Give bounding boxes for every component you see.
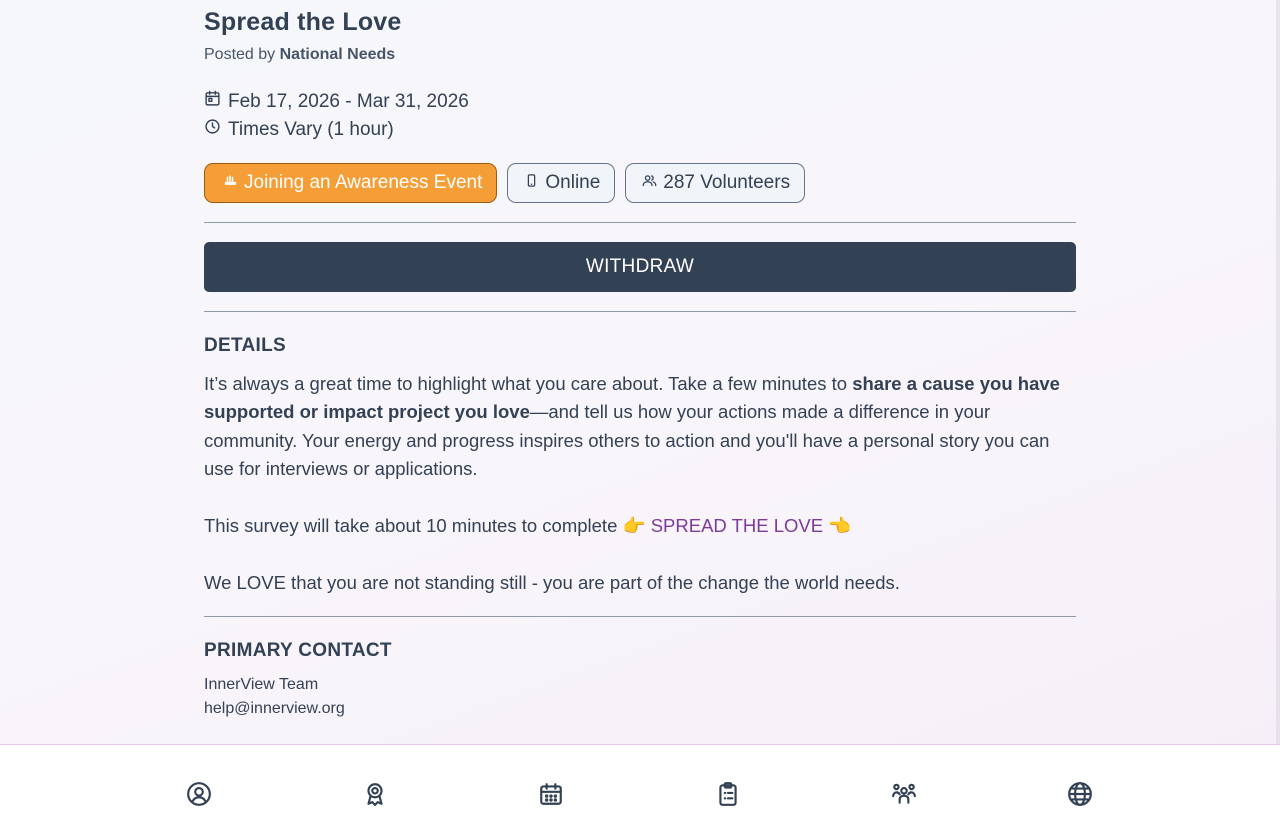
time-row: Times Vary (1 hour) <box>204 118 394 141</box>
details-paragraph: It’s always a great time to highlight wh… <box>204 370 1076 484</box>
volunteers-tag[interactable]: 287 Volunteers <box>625 163 806 203</box>
event-tags: Joining an Awareness Event Online 287 Vo… <box>204 163 806 203</box>
scrollbar[interactable] <box>1276 0 1280 744</box>
divider <box>204 222 1076 223</box>
divider <box>204 311 1076 312</box>
survey-text: This survey will take about 10 minutes t… <box>204 515 651 536</box>
withdraw-button[interactable]: WITHDRAW <box>204 242 1076 292</box>
location-tag-label: Online <box>545 172 601 193</box>
details-text-start: It’s always a great time to highlight wh… <box>204 373 853 394</box>
closing-line: We LOVE that you are not standing still … <box>204 572 900 593</box>
users-icon <box>642 172 657 194</box>
survey-end: 👈 <box>823 515 852 536</box>
category-tag-label: Joining an Awareness Event <box>244 172 483 193</box>
event-title: Spread the Love <box>204 8 402 36</box>
volunteers-tag-label: 287 Volunteers <box>663 172 791 193</box>
calendar-small-icon <box>204 90 221 113</box>
event-time: Times Vary (1 hour) <box>228 118 394 140</box>
event-date-range: Feb 17, 2026 - Mar 31, 2026 <box>228 90 469 112</box>
profile-icon[interactable] <box>186 781 212 807</box>
contact-email[interactable]: help@innerview.org <box>204 700 345 718</box>
calendar-icon[interactable] <box>538 781 564 807</box>
location-tag[interactable]: Online <box>507 163 616 203</box>
award-icon[interactable] <box>362 781 388 807</box>
survey-link[interactable]: SPREAD THE LOVE <box>651 515 823 536</box>
posted-by-org[interactable]: National Needs <box>280 46 396 63</box>
clock-icon <box>204 118 221 141</box>
date-row: Feb 17, 2026 - Mar 31, 2026 <box>204 90 469 113</box>
survey-line: This survey will take about 10 minutes t… <box>204 512 851 540</box>
globe-icon[interactable] <box>1067 781 1093 807</box>
contact-heading: PRIMARY CONTACT <box>204 640 392 661</box>
divider <box>204 616 1076 617</box>
hand-raise-icon <box>223 172 238 194</box>
clipboard-icon[interactable] <box>715 781 741 807</box>
posted-by-prefix: Posted by <box>204 46 276 63</box>
phone-icon <box>524 172 539 194</box>
people-icon[interactable] <box>891 781 917 807</box>
category-tag[interactable]: Joining an Awareness Event <box>204 163 498 203</box>
contact-name: InnerView Team <box>204 676 319 693</box>
bottom-navigation <box>0 744 1280 835</box>
details-heading: DETAILS <box>204 335 286 356</box>
posted-by: Posted by National Needs <box>204 46 395 64</box>
